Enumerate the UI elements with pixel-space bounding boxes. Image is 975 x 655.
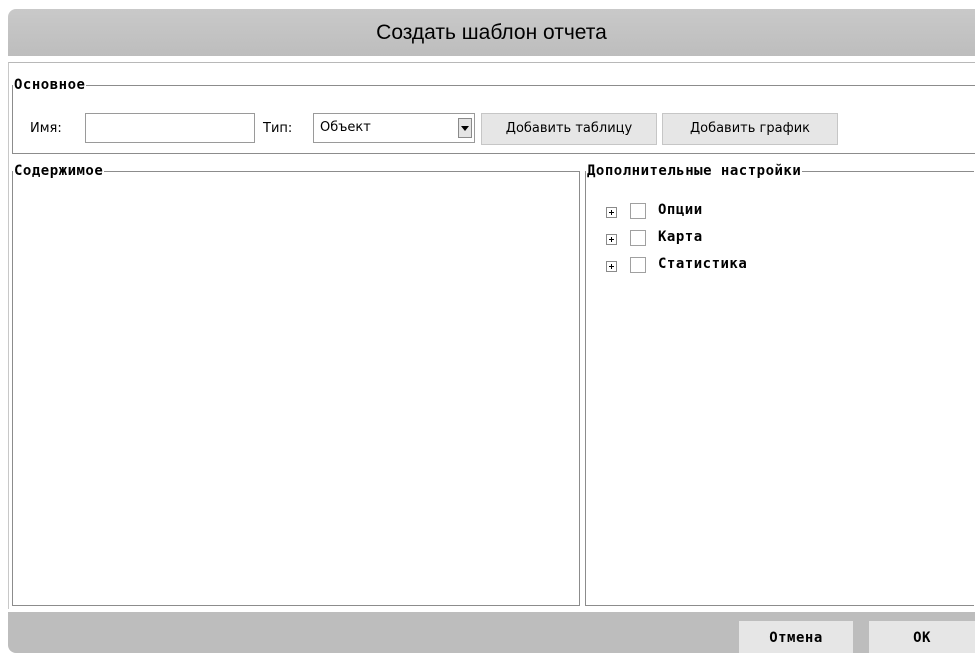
content-fieldset: Содержимое [12, 164, 580, 606]
add-table-button[interactable]: Добавить таблицу [481, 113, 657, 145]
type-label: Тип: [263, 121, 293, 136]
dialog-title: Создать шаблон отчета [376, 21, 607, 44]
tree-item-label: Статистика [658, 256, 748, 272]
chevron-down-icon[interactable] [458, 118, 472, 138]
options-checkbox[interactable] [630, 203, 646, 219]
plus-expander-icon[interactable] [606, 207, 617, 218]
plus-expander-icon[interactable] [606, 234, 617, 245]
plus-expander-icon[interactable] [606, 261, 617, 272]
advanced-legend: Дополнительные настройки [587, 163, 802, 179]
tree-item-label: Опции [658, 202, 703, 218]
ok-button[interactable]: OK [869, 621, 975, 653]
dialog-footer: Отмена OK [8, 612, 975, 653]
advanced-fieldset: Дополнительные настройки Опции Карта Ста… [585, 164, 974, 606]
add-chart-button[interactable]: Добавить график [662, 113, 838, 145]
dialog-titlebar: Создать шаблон отчета [8, 9, 975, 56]
type-select-value: Объект [320, 120, 371, 135]
content-legend: Содержимое [14, 163, 104, 179]
map-checkbox[interactable] [630, 230, 646, 246]
statistics-checkbox[interactable] [630, 257, 646, 273]
type-select[interactable]: Объект [313, 113, 475, 143]
tree-item-label: Карта [658, 229, 703, 245]
basic-legend: Основное [14, 77, 86, 93]
cancel-button[interactable]: Отмена [739, 621, 853, 653]
name-label: Имя: [30, 121, 62, 136]
name-input[interactable] [85, 113, 255, 143]
